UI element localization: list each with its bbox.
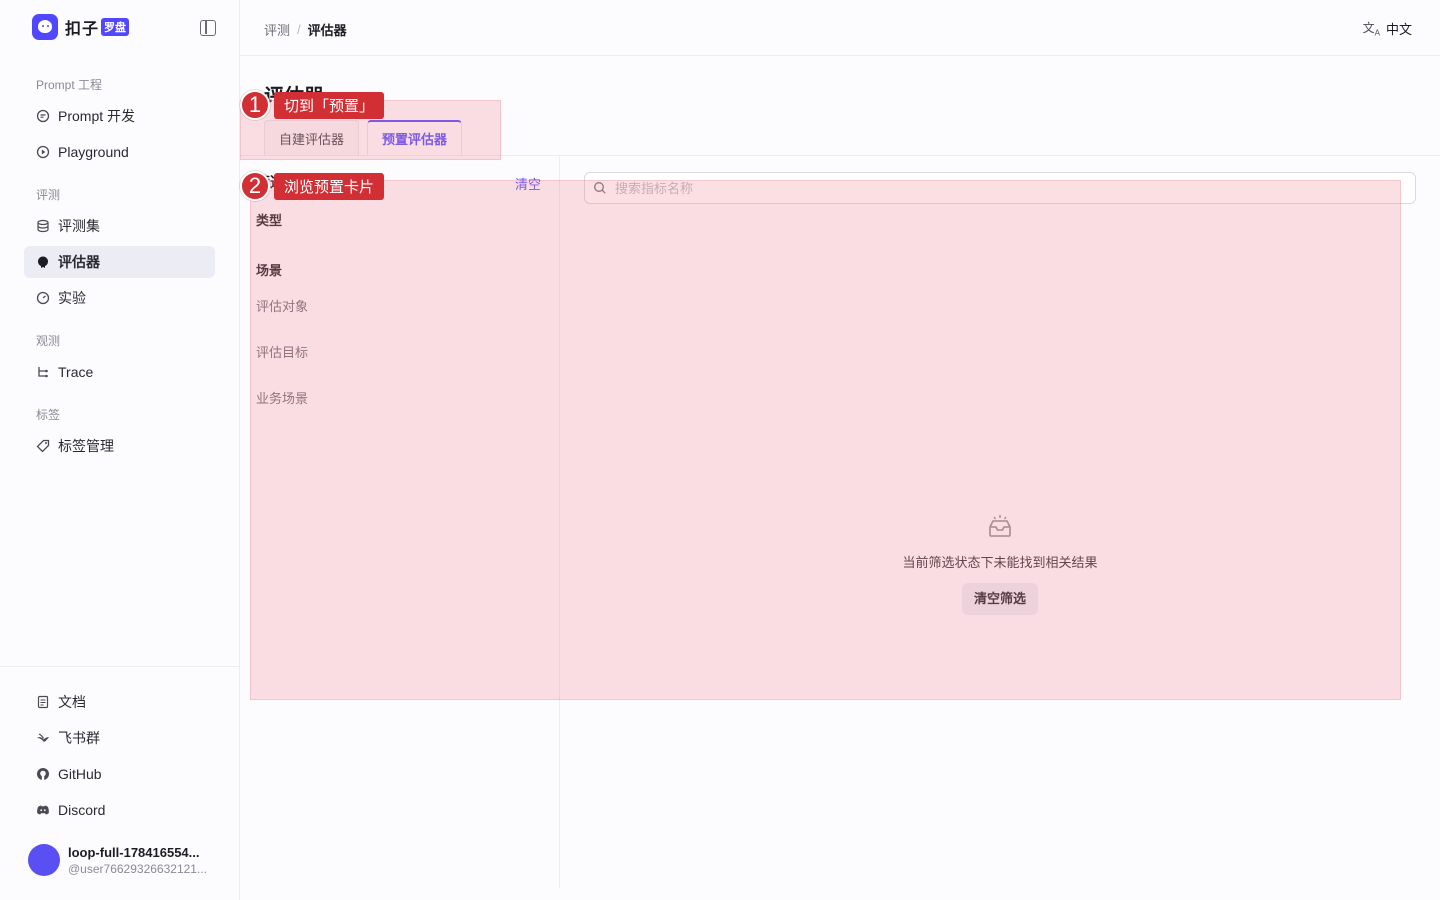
brand-name: 扣子	[65, 21, 100, 38]
database-icon	[36, 219, 50, 233]
sidebar-item-tag-management[interactable]: 标签管理	[24, 430, 215, 462]
tag-icon	[36, 439, 50, 453]
user-name: loop-full-178416554...	[68, 844, 200, 860]
feishu-icon	[36, 731, 50, 745]
play-icon	[36, 145, 50, 159]
breadcrumb-item-current: 评估器	[307, 23, 347, 38]
sidebar-item-label: GitHub	[58, 766, 102, 782]
annotation-number: 2	[240, 171, 270, 201]
breadcrumb-separator: /	[297, 22, 301, 37]
sidebar-item-label: 评估器	[58, 254, 100, 270]
logo[interactable]: 扣子 罗盘	[32, 14, 130, 40]
annotation-highlight-cards	[250, 180, 1401, 700]
trace-icon	[36, 365, 50, 379]
annotation-marker-1: 1 切到「预置」	[240, 90, 385, 120]
sidebar-divider	[0, 666, 240, 667]
nav-section-eval: 评测	[36, 188, 61, 202]
sidebar-item-label: 实验	[58, 290, 86, 306]
gauge-icon	[36, 291, 50, 305]
breadcrumb: 评测 / 评估器	[264, 20, 347, 39]
language-label: 中文	[1385, 22, 1412, 37]
evaluator-icon	[36, 255, 50, 269]
sidebar-item-label: 标签管理	[58, 438, 114, 454]
annotation-label: 切到「预置」	[274, 91, 385, 119]
github-icon	[36, 767, 50, 781]
sidebar-item-prompt-dev[interactable]: Prompt 开发	[24, 100, 215, 132]
sidebar-item-playground[interactable]: Playground	[24, 136, 215, 168]
nav-section-observe: 观测	[36, 334, 61, 348]
user-id: @user76629326632121...	[68, 861, 207, 876]
avatar	[28, 844, 60, 876]
sidebar-item-label: Trace	[58, 364, 94, 380]
sidebar-item-label: 评测集	[58, 218, 100, 234]
logo-icon	[32, 14, 58, 40]
breadcrumb-item-eval[interactable]: 评测	[264, 20, 290, 39]
sidebar-item-label: Discord	[58, 802, 106, 818]
annotation-marker-2: 2 浏览预置卡片	[240, 171, 385, 201]
nav-section-prompt: Prompt 工程	[36, 78, 103, 92]
language-switcher[interactable]: 文A 中文	[1363, 19, 1412, 38]
top-bar: 评测 / 评估器 文A 中文	[240, 0, 1440, 56]
sidebar-item-label: 飞书群	[58, 730, 100, 746]
sidebar-item-discord[interactable]: Discord	[24, 794, 215, 826]
sidebar-item-github[interactable]: GitHub	[24, 758, 215, 790]
discord-icon	[36, 803, 50, 817]
annotation-number: 1	[240, 90, 270, 120]
sidebar-item-evaluators[interactable]: 评估器	[24, 246, 215, 278]
sidebar-item-feishu[interactable]: 飞书群	[24, 722, 215, 754]
sidebar-item-docs[interactable]: 文档	[24, 686, 215, 718]
annotation-label: 浏览预置卡片	[274, 172, 385, 200]
sidebar-item-trace[interactable]: Trace	[24, 356, 215, 388]
sidebar-collapse-icon[interactable]	[200, 20, 216, 36]
nav-section-tags: 标签	[36, 408, 61, 422]
doc-icon	[36, 695, 50, 709]
user-profile[interactable]: loop-full-178416554... @user766293266321…	[28, 844, 212, 876]
sidebar-item-label: Playground	[58, 144, 129, 160]
sidebar-item-label: 文档	[58, 694, 86, 710]
sidebar-item-label: Prompt 开发	[58, 108, 136, 124]
sidebar: 扣子 罗盘 Prompt 工程 Prompt 开发 Playground 评测 …	[0, 0, 240, 900]
brand-badge: 罗盘	[101, 18, 130, 36]
translate-icon: 文A	[1362, 21, 1380, 38]
sidebar-item-experiments[interactable]: 实验	[24, 282, 215, 314]
sidebar-item-datasets[interactable]: 评测集	[24, 210, 215, 242]
prompt-icon	[36, 109, 50, 123]
